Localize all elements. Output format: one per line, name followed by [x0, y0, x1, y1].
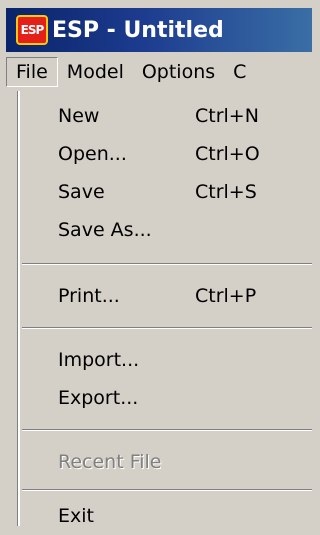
- esp-app-icon[interactable]: ESP: [16, 15, 48, 45]
- menu-file-label: File: [16, 61, 48, 83]
- menu-item-print[interactable]: Print... Ctrl+P: [20, 277, 312, 315]
- menu-item-open-label: Open...: [58, 143, 127, 165]
- menu-item-print-shortcut: Ctrl+P: [195, 285, 257, 307]
- menu-item-import[interactable]: Import...: [20, 341, 312, 379]
- menu-item-recent-file-label: Recent File: [58, 451, 162, 473]
- menu-item-save[interactable]: Save Ctrl+S: [20, 173, 312, 211]
- menu-separator: [22, 429, 312, 431]
- menu-item-exit[interactable]: Exit: [20, 497, 312, 535]
- menu-separator: [22, 489, 312, 491]
- menu-item-open-shortcut: Ctrl+O: [195, 143, 260, 165]
- menu-bar: File Model Options C: [6, 52, 312, 92]
- menu-item-new-label: New: [58, 105, 100, 127]
- menu-item-import-label: Import...: [58, 349, 140, 371]
- file-menu-dropdown: New Ctrl+N Open... Ctrl+O Save Ctrl+S Sa…: [18, 91, 312, 527]
- menu-separator: [22, 263, 312, 265]
- menu-item-open[interactable]: Open... Ctrl+O: [20, 135, 312, 173]
- menu-item-new[interactable]: New Ctrl+N: [20, 97, 312, 135]
- menu-model-label: Model: [66, 61, 124, 83]
- app-window: ESP ESP - Untitled File Model Options C …: [0, 0, 312, 527]
- menu-options[interactable]: Options: [133, 57, 224, 87]
- menu-item-save-label: Save: [58, 181, 105, 203]
- menu-item-recent-file: Recent File: [20, 443, 312, 481]
- menu-file[interactable]: File: [6, 57, 58, 87]
- menu-item-save-as[interactable]: Save As...: [20, 211, 312, 249]
- menu-item-exit-label: Exit: [58, 505, 94, 527]
- title-bar[interactable]: ESP ESP - Untitled: [6, 8, 312, 52]
- menu-separator: [22, 327, 312, 329]
- menu-item-save-shortcut: Ctrl+S: [195, 181, 257, 203]
- menu-item-export-label: Export...: [58, 387, 139, 409]
- app-icon-text: ESP: [20, 23, 45, 37]
- menu-item-print-label: Print...: [58, 285, 120, 307]
- window-left-border: [6, 91, 18, 526]
- menu-c[interactable]: C: [224, 57, 255, 87]
- menu-item-new-shortcut: Ctrl+N: [195, 105, 259, 127]
- menu-item-save-as-label: Save As...: [58, 219, 152, 241]
- menu-options-label: Options: [141, 61, 216, 83]
- menu-c-label: C: [233, 61, 247, 83]
- menu-item-export[interactable]: Export...: [20, 379, 312, 417]
- window-title: ESP - Untitled: [52, 17, 224, 43]
- menu-model[interactable]: Model: [58, 57, 133, 87]
